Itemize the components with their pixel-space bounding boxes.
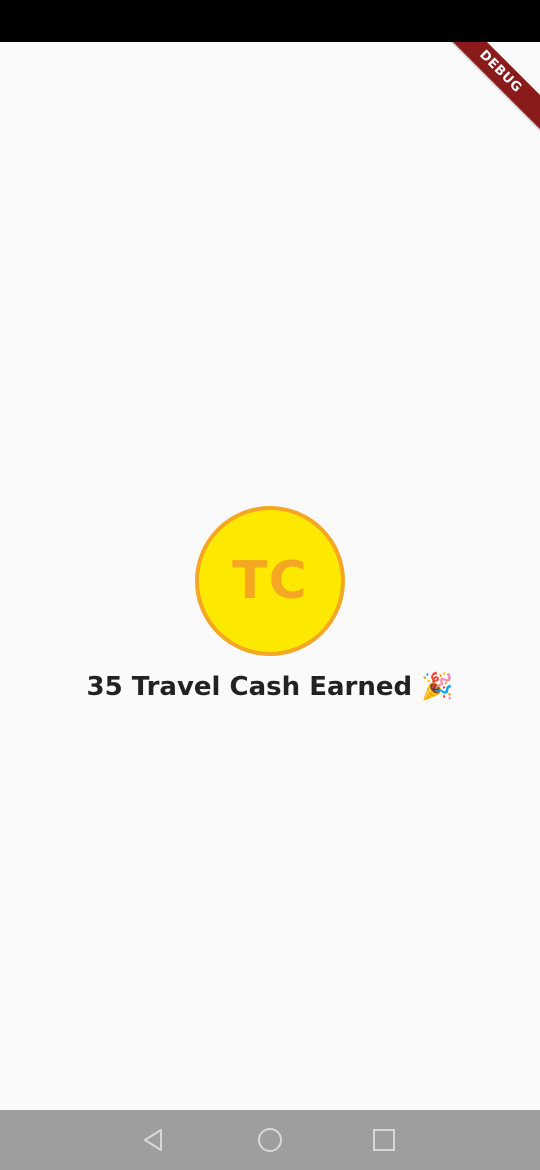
reward-screen: TC 35 Travel Cash Earned 🎉 xyxy=(0,42,540,1110)
square-recent-apps-icon xyxy=(373,1129,395,1151)
triangle-back-icon xyxy=(144,1129,162,1151)
back-button[interactable] xyxy=(139,1125,169,1155)
reward-message: 35 Travel Cash Earned 🎉 xyxy=(86,672,454,702)
circle-home-icon xyxy=(258,1128,282,1152)
home-button[interactable] xyxy=(255,1125,285,1155)
recent-apps-button[interactable] xyxy=(369,1125,399,1155)
system-navigation-bar xyxy=(0,1110,540,1170)
status-bar xyxy=(0,0,540,42)
coin-label: TC xyxy=(232,551,308,611)
travel-cash-coin-icon: TC xyxy=(195,506,345,656)
